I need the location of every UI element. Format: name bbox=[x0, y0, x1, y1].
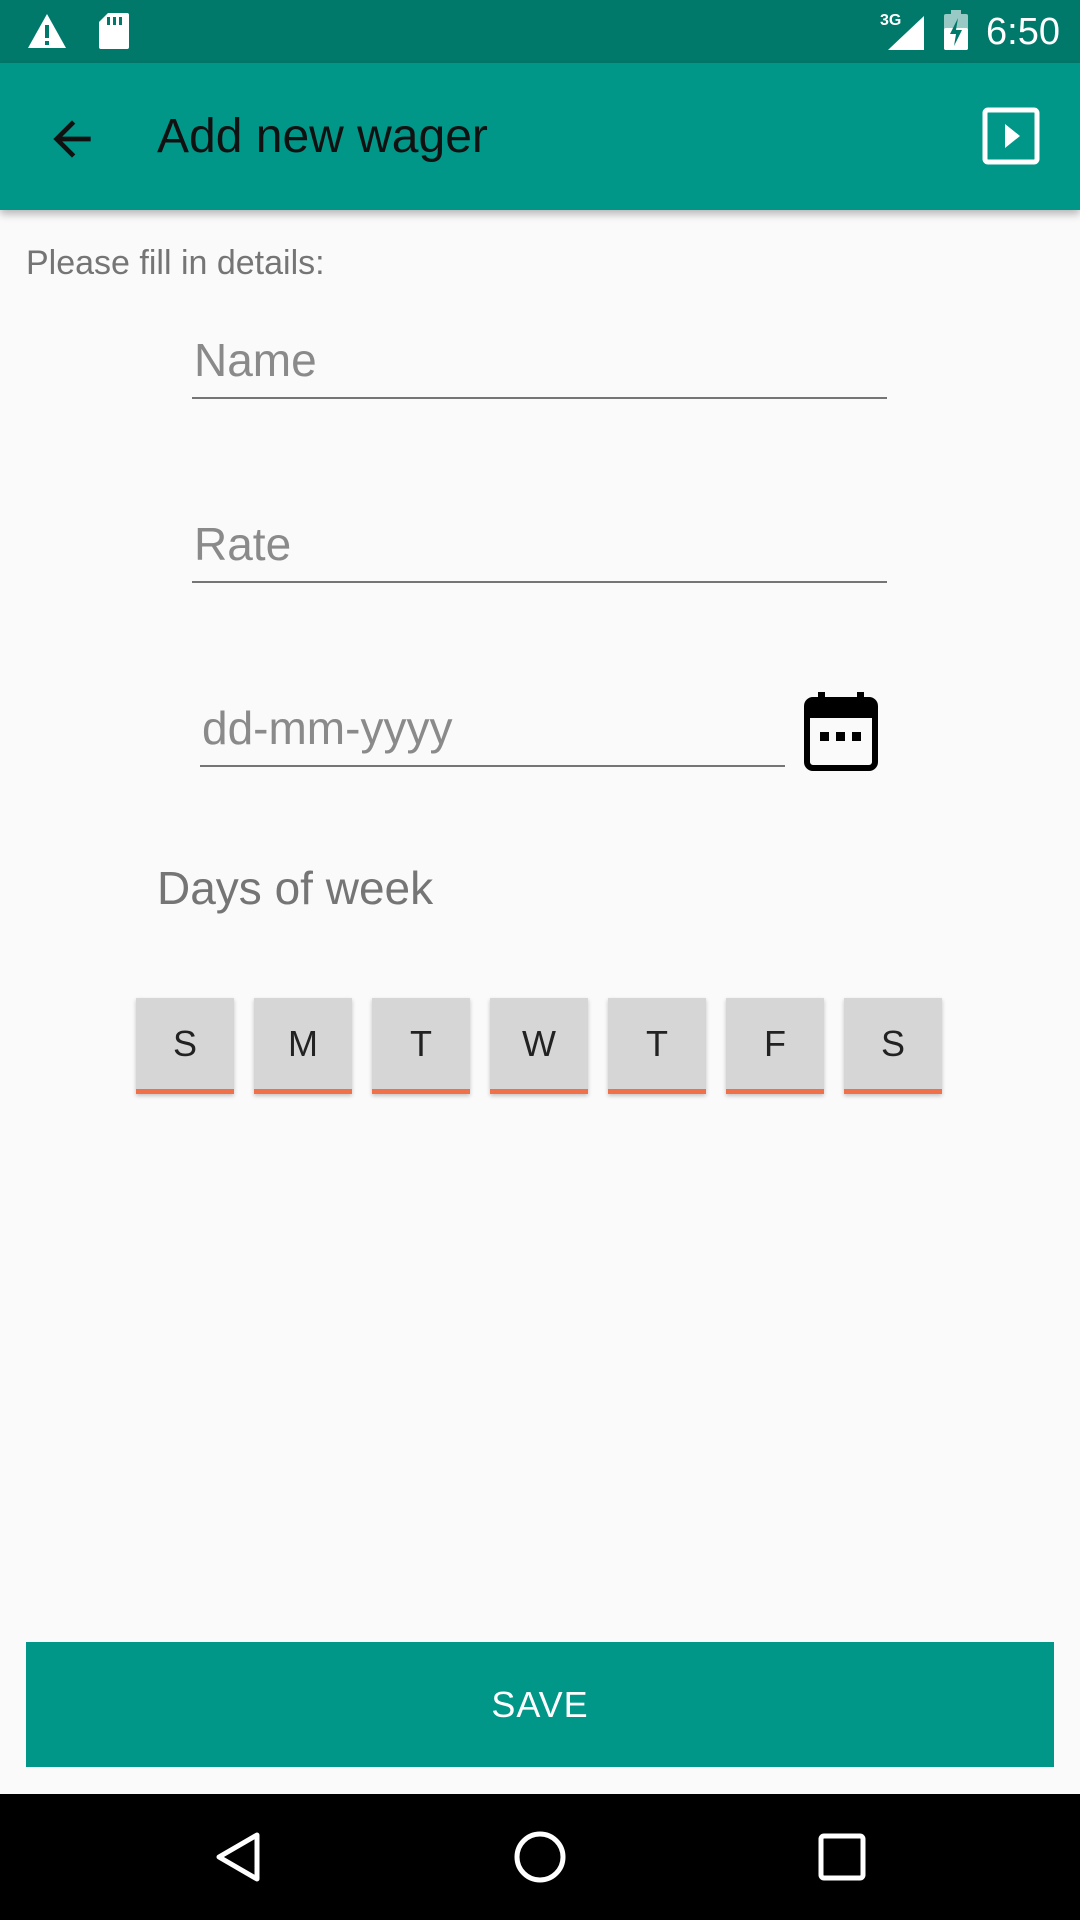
signal-icon: 3G bbox=[880, 12, 926, 52]
nav-recents-button[interactable] bbox=[812, 1827, 872, 1887]
calendar-icon bbox=[804, 692, 878, 771]
sd-card-icon bbox=[98, 12, 130, 55]
square-recents-icon bbox=[818, 1833, 866, 1881]
back-button[interactable] bbox=[44, 111, 100, 167]
battery-icon bbox=[944, 9, 969, 55]
save-button[interactable]: SAVE bbox=[26, 1642, 1054, 1767]
name-input[interactable] bbox=[192, 323, 887, 399]
day-toggle-wednesday[interactable]: W bbox=[490, 998, 588, 1094]
days-of-week-row: S M T W T F S bbox=[136, 998, 942, 1094]
circle-home-icon bbox=[514, 1831, 566, 1883]
days-of-week-label: Days of week bbox=[157, 862, 434, 914]
page-title: Add new wager bbox=[157, 110, 488, 163]
date-input[interactable] bbox=[200, 691, 785, 767]
day-toggle-saturday[interactable]: S bbox=[844, 998, 942, 1094]
day-toggle-thursday[interactable]: T bbox=[608, 998, 706, 1094]
nav-home-button[interactable] bbox=[510, 1827, 570, 1887]
rate-input[interactable] bbox=[192, 507, 887, 583]
form-instructions: Please fill in details: bbox=[26, 244, 325, 282]
play-box-icon bbox=[982, 107, 1040, 165]
status-bar: 3G 6:50 bbox=[0, 0, 1080, 63]
app-bar: Add new wager bbox=[0, 63, 1080, 210]
day-toggle-tuesday[interactable]: T bbox=[372, 998, 470, 1094]
status-time: 6:50 bbox=[986, 11, 1060, 53]
day-toggle-monday[interactable]: M bbox=[254, 998, 352, 1094]
triangle-back-icon bbox=[216, 1832, 260, 1882]
day-toggle-sunday[interactable]: S bbox=[136, 998, 234, 1094]
play-action-button[interactable] bbox=[982, 107, 1040, 165]
nav-back-button[interactable] bbox=[209, 1827, 269, 1887]
system-nav-bar bbox=[0, 1794, 1080, 1920]
alert-icon bbox=[26, 12, 68, 55]
date-picker-button[interactable] bbox=[804, 690, 878, 772]
arrow-back-icon bbox=[53, 120, 91, 158]
day-toggle-friday[interactable]: F bbox=[726, 998, 824, 1094]
